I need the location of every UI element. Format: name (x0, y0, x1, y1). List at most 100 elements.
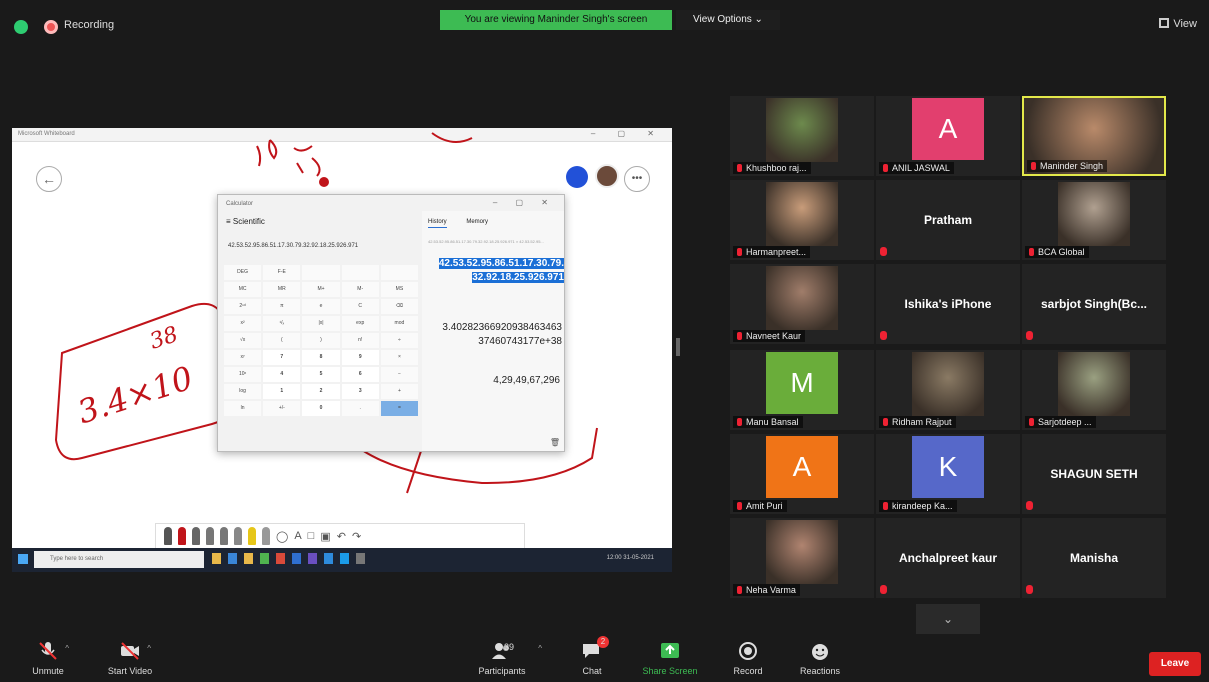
calculator-key[interactable]: . (341, 401, 379, 416)
calculator-key[interactable]: F-E (263, 265, 301, 280)
calculator-key[interactable]: 10ˣ (224, 367, 262, 382)
calculator-key[interactable]: |x| (302, 316, 340, 331)
calculator-key[interactable]: MR (263, 282, 301, 297)
calculator-key[interactable]: ln (224, 401, 262, 416)
calculator-key[interactable]: MS (380, 282, 419, 297)
calculator-key[interactable]: 4 (263, 367, 301, 382)
calculator-key[interactable]: π (263, 299, 301, 314)
participant-tile[interactable]: Sarjotdeep ... (1022, 350, 1166, 430)
security-shield-icon[interactable] (14, 20, 28, 34)
calculator-key[interactable]: 2 (302, 384, 340, 399)
calculator-key[interactable]: 9 (341, 350, 379, 365)
calculator-key[interactable]: e (302, 299, 340, 314)
view-options-button[interactable]: View Options ⌄ (676, 10, 780, 30)
app-icon[interactable] (276, 553, 285, 564)
lasso-icon[interactable]: ◯ (276, 530, 288, 543)
calculator-key[interactable]: log (224, 384, 262, 399)
app-icon[interactable] (356, 553, 365, 564)
calculator-key[interactable]: MC (224, 282, 262, 297)
calculator-key[interactable]: C (341, 299, 379, 314)
undo-icon[interactable]: ↶ (337, 530, 346, 543)
calculator-key[interactable]: ⌫ (380, 299, 419, 314)
pen-tool-icon[interactable] (234, 527, 242, 545)
participant-tile[interactable]: A ANIL JASWAL (876, 96, 1020, 176)
calculator-window-controls[interactable]: – ▢ ✕ (493, 198, 556, 207)
calculator-key[interactable]: exp (341, 316, 379, 331)
tab-memory[interactable]: Memory (466, 219, 488, 225)
participant-tile[interactable]: BCA Global (1022, 180, 1166, 260)
participant-tile[interactable]: Ridham Rajput (876, 350, 1020, 430)
participant-tile[interactable]: Anchalpreet kaur (876, 518, 1020, 598)
calculator-key[interactable]: − (380, 367, 419, 382)
participants-button[interactable]: 39 ^ Participants (472, 640, 542, 676)
participant-tile[interactable]: Neha Varma (730, 518, 874, 598)
calculator-key[interactable]: 7 (263, 350, 301, 365)
calculator-key[interactable]: × (380, 350, 419, 365)
app-icon[interactable] (292, 553, 301, 564)
record-button[interactable]: Record (728, 640, 768, 676)
image-tool-icon[interactable]: ▣ (320, 530, 330, 543)
participant-tile[interactable]: Kkirandeep Ka... (876, 434, 1020, 514)
calculator-key[interactable]: + (380, 384, 419, 399)
app-icon[interactable] (244, 553, 253, 564)
start-video-button[interactable]: ^ Start Video (100, 640, 160, 676)
pen-tool-icon[interactable] (220, 527, 228, 545)
calculator-key[interactable]: 3 (341, 384, 379, 399)
calculator-key[interactable] (302, 265, 340, 280)
calculator-key[interactable]: n! (341, 333, 379, 348)
calculator-key[interactable]: M+ (302, 282, 340, 297)
calculator-key[interactable] (341, 265, 379, 280)
calculator-key[interactable]: 2ⁿᵈ (224, 299, 262, 314)
calculator-key[interactable]: mod (380, 316, 419, 331)
participant-tile[interactable]: Khushboo raj... (730, 96, 874, 176)
pen-tool-icon[interactable] (178, 527, 186, 545)
pen-tool-icon[interactable] (164, 527, 172, 545)
calculator-key[interactable]: 0 (302, 401, 340, 416)
reactions-button[interactable]: Reactions (792, 640, 848, 676)
history-selected-result[interactable]: 42.53.52.95.86.51.17.30.79. 32.92.18.25.… (424, 257, 564, 285)
taskbar-search[interactable]: Type here to search (34, 551, 204, 568)
history-result-2[interactable]: 4,29,49,67,296 (493, 375, 560, 386)
calculator-key[interactable]: ( (263, 333, 301, 348)
participant-tile[interactable]: Harmanpreet... (730, 180, 874, 260)
calculator-key[interactable]: DEG (224, 265, 262, 280)
gallery-next-page-button[interactable]: ⌄ (916, 604, 980, 634)
participant-tile[interactable]: SHAGUN SETH (1022, 434, 1166, 514)
eraser-tool-icon[interactable] (262, 527, 270, 545)
pen-tool-icon[interactable] (206, 527, 214, 545)
calculator-key[interactable]: ÷ (380, 333, 419, 348)
app-icon[interactable] (340, 553, 349, 564)
participant-tile[interactable]: Pratham (876, 180, 1020, 260)
view-button[interactable]: View (1159, 18, 1197, 30)
participant-tile[interactable]: A Amit Puri (730, 434, 874, 514)
participant-tile[interactable]: Maninder Singh (1022, 96, 1166, 176)
calculator-window[interactable]: Calculator – ▢ ✕ ≡ Scientific 42.53.52.9… (217, 194, 565, 452)
calculator-key[interactable]: = (380, 401, 419, 416)
shape-tool-icon[interactable]: □ (308, 530, 315, 542)
calculator-key[interactable] (380, 265, 419, 280)
highlighter-tool-icon[interactable] (248, 527, 256, 545)
calculator-key[interactable]: √x (224, 333, 262, 348)
trash-icon[interactable]: 🗑 (550, 438, 560, 447)
calculator-key[interactable]: ) (302, 333, 340, 348)
app-icon[interactable] (228, 553, 237, 564)
app-icon[interactable] (260, 553, 269, 564)
participant-tile[interactable]: M Manu Bansal (730, 350, 874, 430)
participant-tile[interactable]: Navneet Kaur (730, 264, 874, 344)
text-tool-icon[interactable]: A (294, 530, 301, 542)
participant-tile[interactable]: Ishika's iPhone (876, 264, 1020, 344)
participant-tile[interactable]: Manisha (1022, 518, 1166, 598)
app-icon[interactable] (324, 553, 333, 564)
chat-button[interactable]: 2 Chat (570, 636, 614, 676)
calculator-key[interactable]: ¹/ₓ (263, 316, 301, 331)
calculator-mode[interactable]: ≡ Scientific (226, 217, 265, 226)
split-divider-handle[interactable] (676, 338, 680, 356)
calculator-key[interactable]: 8 (302, 350, 340, 365)
shared-screen[interactable]: Microsoft Whiteboard – ▢ ✕ ← ••• 3.4×10 … (12, 128, 672, 572)
redo-icon[interactable]: ↷ (352, 530, 361, 543)
app-icon[interactable] (308, 553, 317, 564)
leave-button[interactable]: Leave (1149, 652, 1201, 676)
calculator-key[interactable]: x² (224, 316, 262, 331)
share-screen-button[interactable]: Share Screen (638, 640, 702, 676)
calculator-key[interactable]: M- (341, 282, 379, 297)
